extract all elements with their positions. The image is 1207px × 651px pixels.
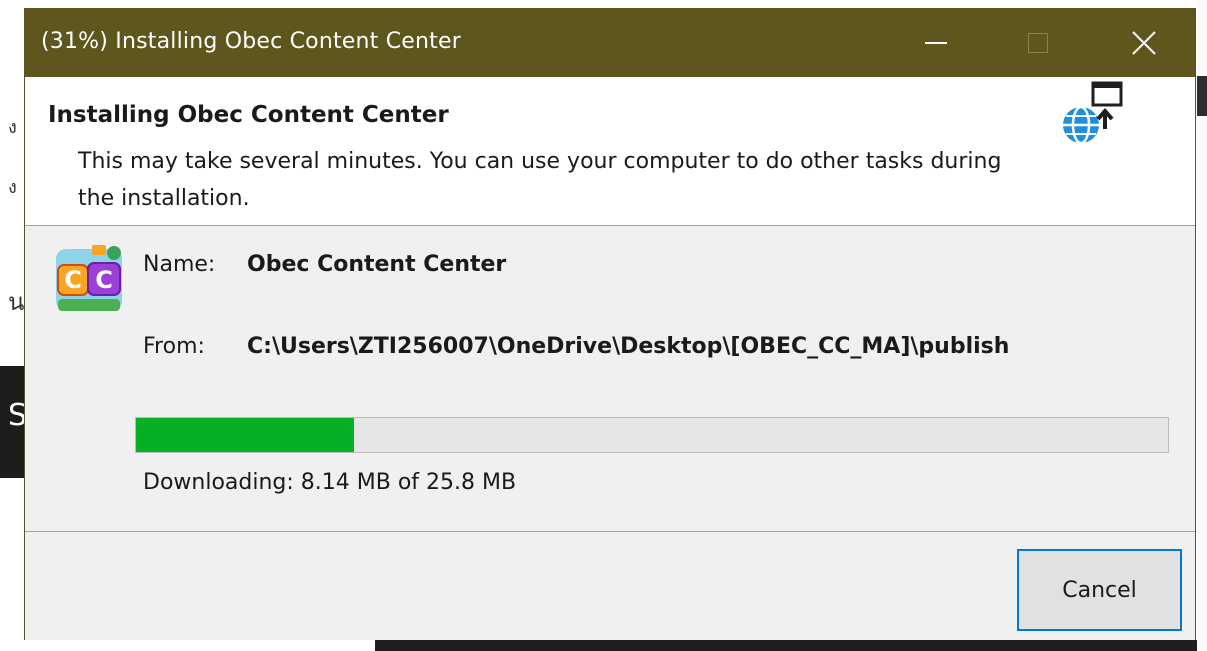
background-fragment: ง bbox=[8, 117, 17, 138]
minimize-icon bbox=[925, 42, 947, 44]
title-bar[interactable]: (31%) Installing Obec Content Center bbox=[25, 9, 1195, 77]
install-dialog: (31%) Installing Obec Content Center Ins… bbox=[24, 8, 1196, 640]
globe-install-icon bbox=[1063, 81, 1123, 145]
svg-text:C: C bbox=[64, 266, 82, 294]
close-icon bbox=[1132, 31, 1156, 55]
background-window: S bbox=[0, 366, 27, 478]
close-button[interactable] bbox=[1109, 9, 1179, 77]
progress-fill bbox=[136, 418, 354, 452]
maximize-button bbox=[1003, 9, 1073, 77]
obec-cc-app-icon: C C bbox=[52, 243, 126, 317]
maximize-icon bbox=[1028, 33, 1048, 53]
cancel-button[interactable]: Cancel bbox=[1017, 549, 1182, 631]
header-title: Installing Obec Content Center bbox=[48, 102, 449, 128]
download-status: Downloading: 8.14 MB of 25.8 MB bbox=[143, 470, 517, 495]
background-fragment: น bbox=[8, 288, 25, 316]
from-label: From: bbox=[143, 334, 205, 359]
name-label: Name: bbox=[143, 252, 216, 277]
minimize-button[interactable] bbox=[901, 9, 971, 77]
dialog-footer: Cancel bbox=[25, 532, 1195, 640]
name-value: Obec Content Center bbox=[247, 252, 507, 277]
install-details: C C Name: Obec Content Center From: C:\U… bbox=[25, 226, 1195, 531]
from-value: C:\Users\ZTI256007\OneDrive\Desktop\[OBE… bbox=[247, 334, 1010, 359]
background-fragment: ง bbox=[8, 177, 17, 198]
header-description: This may take several minutes. You can u… bbox=[78, 149, 1002, 211]
background-window-edge bbox=[1197, 0, 1207, 651]
background-taskbar bbox=[375, 640, 1207, 651]
dialog-header: Installing Obec Content Center This may … bbox=[25, 77, 1195, 226]
window-title: (31%) Installing Obec Content Center bbox=[41, 29, 461, 54]
svg-text:C: C bbox=[95, 266, 113, 294]
progress-bar bbox=[135, 417, 1169, 453]
